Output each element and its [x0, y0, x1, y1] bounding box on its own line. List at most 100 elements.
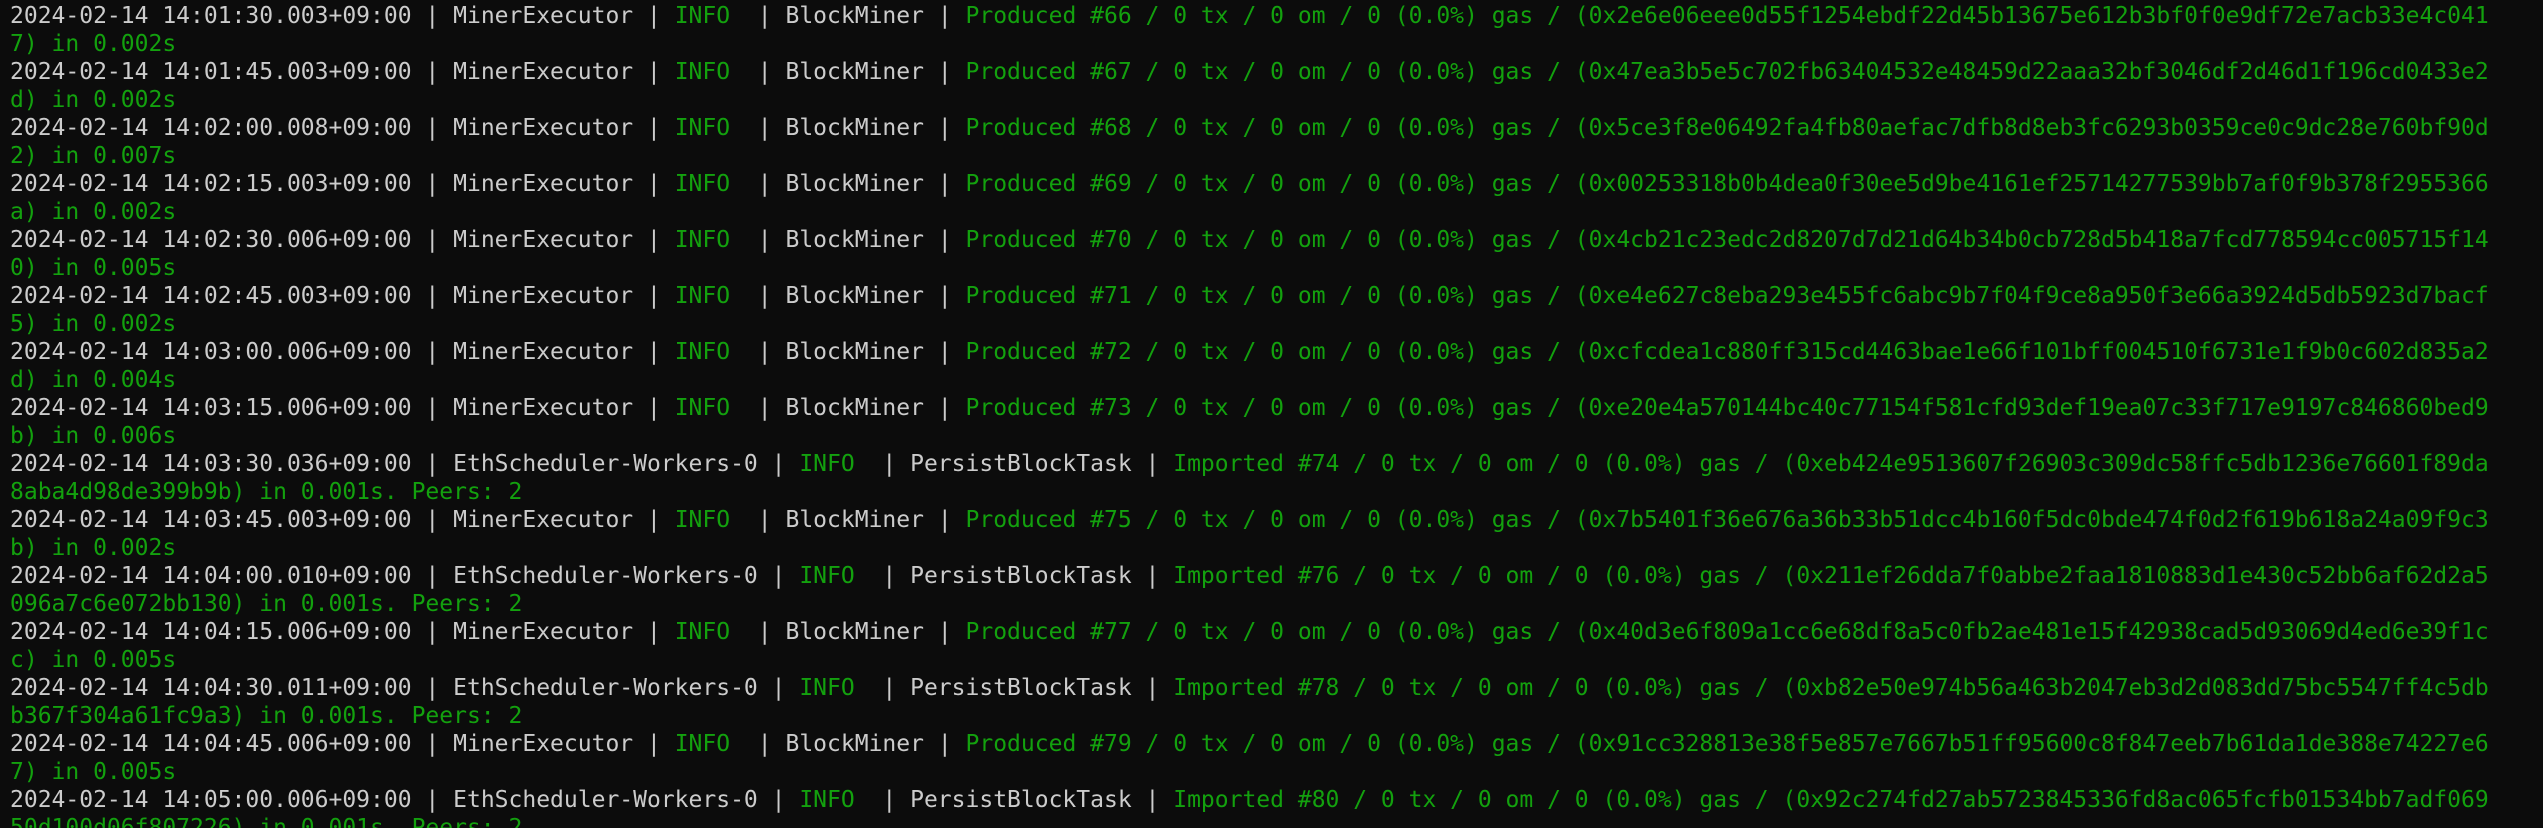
- field-separator: |: [411, 675, 454, 701]
- log-line: 2024-02-14 14:02:45.003+09:00 | MinerExe…: [10, 282, 2543, 310]
- log-logger: BlockMiner: [785, 59, 924, 85]
- log-logger: BlockMiner: [785, 507, 924, 533]
- log-logger: BlockMiner: [785, 283, 924, 309]
- field-separator: |: [743, 283, 786, 309]
- log-level: INFO: [674, 507, 744, 533]
- log-message-continued: 50d100d06f807226) in 0.001s. Peers: 2: [10, 815, 523, 828]
- field-separator: |: [411, 227, 454, 253]
- log-message-continued: b) in 0.006s: [10, 423, 177, 449]
- field-separator: |: [743, 59, 786, 85]
- log-message: Imported #74 / 0 tx / 0 om / 0 (0.0%) ga…: [1173, 451, 2489, 477]
- log-line: 2024-02-14 14:04:00.010+09:00 | EthSched…: [10, 562, 2543, 590]
- field-separator: |: [411, 283, 454, 309]
- field-separator: |: [1131, 675, 1174, 701]
- log-thread: MinerExecutor: [453, 59, 634, 85]
- log-thread: MinerExecutor: [453, 283, 634, 309]
- log-message-continued: d) in 0.002s: [10, 87, 177, 113]
- log-level: INFO: [674, 731, 744, 757]
- log-message: Produced #73 / 0 tx / 0 om / 0 (0.0%) ga…: [965, 395, 2489, 421]
- log-line: 2024-02-14 14:02:00.008+09:00 | MinerExe…: [10, 114, 2543, 142]
- field-separator: |: [868, 563, 911, 589]
- log-line-wrap: 2) in 0.007s: [10, 142, 2543, 170]
- field-separator: |: [633, 3, 675, 29]
- field-separator: |: [757, 787, 800, 813]
- field-separator: |: [633, 115, 675, 141]
- log-thread: MinerExecutor: [453, 395, 634, 421]
- log-logger: BlockMiner: [785, 171, 924, 197]
- log-thread: MinerExecutor: [453, 619, 634, 645]
- log-timestamp: 2024-02-14 14:04:00.010+09:00: [10, 563, 412, 589]
- log-line-wrap: c) in 0.005s: [10, 646, 2543, 674]
- log-line: 2024-02-14 14:04:45.006+09:00 | MinerExe…: [10, 730, 2543, 758]
- log-message: Produced #75 / 0 tx / 0 om / 0 (0.0%) ga…: [965, 507, 2489, 533]
- log-line: 2024-02-14 14:02:30.006+09:00 | MinerExe…: [10, 226, 2543, 254]
- log-message: Produced #71 / 0 tx / 0 om / 0 (0.0%) ga…: [965, 283, 2489, 309]
- log-line: 2024-02-14 14:02:15.003+09:00 | MinerExe…: [10, 170, 2543, 198]
- log-logger: BlockMiner: [785, 339, 924, 365]
- field-separator: |: [633, 171, 675, 197]
- field-separator: |: [923, 731, 966, 757]
- log-timestamp: 2024-02-14 14:04:45.006+09:00: [10, 731, 412, 757]
- log-line: 2024-02-14 14:04:30.011+09:00 | EthSched…: [10, 674, 2543, 702]
- field-separator: |: [923, 339, 966, 365]
- log-message-continued: d) in 0.004s: [10, 367, 177, 393]
- field-separator: |: [743, 619, 786, 645]
- log-message: Produced #68 / 0 tx / 0 om / 0 (0.0%) ga…: [965, 115, 2489, 141]
- log-thread: MinerExecutor: [453, 731, 634, 757]
- field-separator: |: [923, 619, 966, 645]
- log-message: Imported #78 / 0 tx / 0 om / 0 (0.0%) ga…: [1173, 675, 2489, 701]
- terminal-output[interactable]: 2024-02-14 14:01:30.003+09:00 | MinerExe…: [0, 0, 2543, 828]
- field-separator: |: [743, 171, 786, 197]
- field-separator: |: [1131, 563, 1174, 589]
- field-separator: |: [923, 395, 966, 421]
- field-separator: |: [923, 59, 966, 85]
- field-separator: |: [757, 563, 800, 589]
- log-level: INFO: [674, 3, 744, 29]
- field-separator: |: [633, 731, 675, 757]
- log-message-continued: 7) in 0.005s: [10, 759, 177, 785]
- log-thread: EthScheduler-Workers-0: [453, 563, 758, 589]
- log-level: INFO: [674, 171, 744, 197]
- log-message: Produced #66 / 0 tx / 0 om / 0 (0.0%) ga…: [965, 3, 2489, 29]
- log-thread: MinerExecutor: [453, 507, 634, 533]
- field-separator: |: [411, 395, 454, 421]
- field-separator: |: [411, 59, 454, 85]
- field-separator: |: [923, 171, 966, 197]
- log-line-wrap: b) in 0.002s: [10, 534, 2543, 562]
- field-separator: |: [411, 731, 454, 757]
- field-separator: |: [633, 339, 675, 365]
- field-separator: |: [633, 283, 675, 309]
- field-separator: |: [923, 227, 966, 253]
- log-line-wrap: d) in 0.002s: [10, 86, 2543, 114]
- log-message-continued: a) in 0.002s: [10, 199, 177, 225]
- log-line-wrap: 0) in 0.005s: [10, 254, 2543, 282]
- log-line-wrap: 5) in 0.002s: [10, 310, 2543, 338]
- log-line: 2024-02-14 14:03:30.036+09:00 | EthSched…: [10, 450, 2543, 478]
- log-logger: PersistBlockTask: [910, 787, 1132, 813]
- log-message: Produced #79 / 0 tx / 0 om / 0 (0.0%) ga…: [965, 731, 2489, 757]
- field-separator: |: [1131, 451, 1174, 477]
- field-separator: |: [743, 339, 786, 365]
- log-message-continued: 096a7c6e072bb130) in 0.001s. Peers: 2: [10, 591, 523, 617]
- log-timestamp: 2024-02-14 14:01:45.003+09:00: [10, 59, 412, 85]
- field-separator: |: [923, 283, 966, 309]
- field-separator: |: [411, 115, 454, 141]
- log-message-continued: 2) in 0.007s: [10, 143, 177, 169]
- log-logger: BlockMiner: [785, 619, 924, 645]
- log-level: INFO: [674, 115, 744, 141]
- log-timestamp: 2024-02-14 14:03:00.006+09:00: [10, 339, 412, 365]
- field-separator: |: [757, 451, 800, 477]
- log-timestamp: 2024-02-14 14:03:15.006+09:00: [10, 395, 412, 421]
- field-separator: |: [743, 115, 786, 141]
- log-level: INFO: [674, 395, 744, 421]
- log-line-wrap: 50d100d06f807226) in 0.001s. Peers: 2: [10, 814, 2543, 828]
- log-line: 2024-02-14 14:01:45.003+09:00 | MinerExe…: [10, 58, 2543, 86]
- log-message: Produced #72 / 0 tx / 0 om / 0 (0.0%) ga…: [965, 339, 2489, 365]
- field-separator: |: [633, 507, 675, 533]
- log-level: INFO: [674, 59, 744, 85]
- field-separator: |: [868, 451, 911, 477]
- log-line-wrap: 7) in 0.002s: [10, 30, 2543, 58]
- log-logger: BlockMiner: [785, 227, 924, 253]
- field-separator: |: [868, 675, 911, 701]
- log-message: Produced #67 / 0 tx / 0 om / 0 (0.0%) ga…: [965, 59, 2489, 85]
